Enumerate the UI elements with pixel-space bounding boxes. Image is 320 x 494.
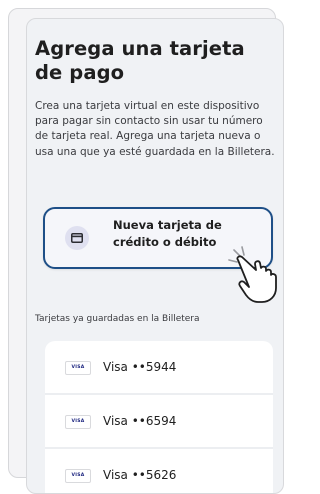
saved-card-label: Visa ••5626 xyxy=(103,468,177,482)
page-description: Crea una tarjeta virtual en este disposi… xyxy=(35,100,275,158)
page-title: Agrega una tarjeta de pago xyxy=(35,37,245,84)
saved-cards-heading: Tarjetas ya guardadas en la Billetera xyxy=(35,314,200,324)
credit-card-icon xyxy=(65,226,89,250)
visa-logo-icon: VISA xyxy=(65,469,91,483)
visa-logo-icon: VISA xyxy=(65,415,91,429)
saved-card-label: Visa ••5944 xyxy=(103,360,177,374)
saved-card-item[interactable]: VISA Visa ••5944 xyxy=(45,341,273,395)
saved-card-item[interactable]: VISA Visa ••6594 xyxy=(45,395,273,449)
visa-logo-icon: VISA xyxy=(65,361,91,375)
saved-cards-list: VISA Visa ••5944 VISA Visa ••6594 VISA V… xyxy=(45,341,273,493)
saved-card-item[interactable]: VISA Visa ••5626 xyxy=(45,449,273,493)
saved-card-label: Visa ••6594 xyxy=(103,414,177,428)
tap-hand-icon xyxy=(228,246,277,303)
